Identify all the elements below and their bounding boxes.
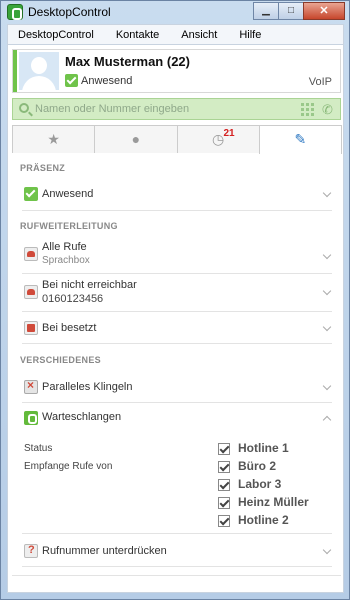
history-badge: 21 bbox=[223, 128, 235, 139]
search-icon bbox=[19, 103, 29, 113]
queue-name: Heinz Müller bbox=[238, 495, 309, 509]
close-icon: ✕ bbox=[319, 5, 329, 17]
settings-row-parallel-ring[interactable]: Paralleles Klingeln bbox=[22, 373, 332, 403]
menu-ansicht[interactable]: Ansicht bbox=[171, 29, 229, 41]
row-sublabel: Sprachbox bbox=[42, 255, 90, 266]
settings-row-queues[interactable]: Warteschlangen bbox=[22, 403, 332, 433]
queue-receive-label: Empfange Rufe von bbox=[24, 461, 113, 472]
queue-option-hotline-1[interactable]: Hotline 1 bbox=[218, 441, 328, 458]
avatar bbox=[19, 52, 59, 90]
window-title: DesktopControl bbox=[28, 5, 111, 19]
title-bar[interactable]: DesktopControl ▁ □ ✕ bbox=[1, 1, 349, 23]
queue-option-buero-2[interactable]: Büro 2 bbox=[218, 459, 328, 476]
settings-row-all-calls[interactable]: Alle Rufe Sprachbox bbox=[22, 238, 332, 274]
menu-desktopcontrol[interactable]: DesktopControl bbox=[8, 29, 106, 41]
chevron-down-icon bbox=[322, 324, 332, 334]
call-icon[interactable]: ✆ bbox=[320, 102, 335, 117]
row-label: Alle Rufe bbox=[42, 241, 87, 253]
avatar-body-shape bbox=[22, 76, 56, 90]
hide-number-icon bbox=[24, 544, 38, 558]
queue-option-heinz-mueller[interactable]: Heinz Müller bbox=[218, 495, 328, 512]
tab-favorites[interactable]: ★ bbox=[12, 125, 96, 153]
app-logo-icon bbox=[7, 4, 23, 20]
line-type: VoIP bbox=[308, 76, 332, 88]
app-window: DesktopControl ▁ □ ✕ DesktopControl Kont… bbox=[0, 0, 350, 600]
row-label: Warteschlangen bbox=[42, 411, 122, 423]
queue-checkbox[interactable] bbox=[218, 461, 230, 473]
tab-contacts[interactable]: ● bbox=[94, 125, 178, 153]
queue-checkbox[interactable] bbox=[218, 497, 230, 509]
queue-checkbox[interactable] bbox=[218, 479, 230, 491]
maximize-icon: □ bbox=[287, 5, 295, 16]
queue-name: Hotline 1 bbox=[238, 441, 289, 455]
tab-history[interactable]: ◷ 21 bbox=[176, 125, 260, 153]
parallel-ring-icon bbox=[24, 378, 38, 394]
profile-card[interactable]: Max Musterman (22) Anwesend VoIP bbox=[12, 49, 341, 93]
row-label: Paralleles Klingeln bbox=[42, 381, 133, 393]
search-input[interactable] bbox=[35, 101, 285, 117]
close-button[interactable]: ✕ bbox=[303, 2, 345, 20]
check-icon bbox=[24, 187, 38, 201]
wrench-icon: ✎ bbox=[294, 131, 307, 147]
chevron-down-icon bbox=[322, 383, 332, 393]
clock-icon: ◷ bbox=[212, 131, 225, 147]
tab-bar: ★ ● ◷ 21 ✎ bbox=[12, 125, 342, 154]
tab-settings[interactable]: ✎ bbox=[258, 125, 342, 154]
forward-phone-icon bbox=[24, 247, 38, 261]
row-label: Bei besetzt bbox=[42, 322, 97, 334]
section-title-misc: VERSCHIEDENES bbox=[20, 355, 101, 365]
queue-icon bbox=[24, 411, 38, 425]
row-sublabel: 0160123456 bbox=[42, 293, 104, 305]
row-label: Bei nicht erreichbar bbox=[42, 279, 137, 291]
section-title-presence: PRÄSENZ bbox=[20, 163, 66, 173]
settings-row-unreachable[interactable]: Bei nicht erreichbar 0160123456 bbox=[22, 274, 332, 312]
maximize-button[interactable]: □ bbox=[278, 2, 304, 20]
settings-row-hide-number[interactable]: Rufnummer unterdrücken bbox=[22, 533, 332, 567]
row-label: Anwesend bbox=[42, 188, 94, 200]
window-controls: ▁ □ ✕ bbox=[253, 2, 345, 20]
chevron-down-icon bbox=[322, 252, 332, 262]
menu-kontakte[interactable]: Kontakte bbox=[106, 29, 171, 41]
chevron-down-icon bbox=[322, 547, 332, 557]
queue-option-hotline-2[interactable]: Hotline 2 bbox=[218, 513, 328, 530]
queue-status-label: Status bbox=[24, 443, 53, 454]
queue-name: Hotline 2 bbox=[238, 513, 289, 527]
settings-row-presence[interactable]: Anwesend bbox=[22, 181, 332, 211]
profile-name: Max Musterman (22) bbox=[65, 54, 190, 69]
queue-checkbox[interactable] bbox=[218, 515, 230, 527]
presence-check-icon bbox=[65, 74, 78, 87]
row-label: Rufnummer unterdrücken bbox=[42, 545, 167, 557]
unreachable-phone-icon bbox=[24, 285, 38, 299]
star-icon: ★ bbox=[47, 131, 60, 147]
menu-hilfe[interactable]: Hilfe bbox=[229, 29, 273, 41]
busy-icon bbox=[24, 321, 38, 335]
queue-option-labor-3[interactable]: Labor 3 bbox=[218, 477, 328, 494]
chevron-down-icon bbox=[322, 190, 332, 200]
chevron-down-icon bbox=[322, 288, 332, 298]
search-bar: ✆ bbox=[12, 98, 341, 120]
queue-name: Büro 2 bbox=[238, 459, 277, 473]
queue-checkbox[interactable] bbox=[218, 443, 230, 455]
dialpad-icon[interactable] bbox=[301, 103, 314, 116]
minimize-icon: ▁ bbox=[262, 5, 270, 16]
settings-row-busy[interactable]: Bei besetzt bbox=[22, 312, 332, 344]
presence-indicator-bar bbox=[13, 50, 17, 92]
list-end-divider bbox=[12, 575, 341, 581]
avatar-head-shape bbox=[31, 57, 47, 74]
queue-name: Labor 3 bbox=[238, 477, 282, 491]
section-title-forwarding: RUFWEITERLEITUNG bbox=[20, 221, 118, 231]
person-icon: ● bbox=[131, 131, 141, 147]
main-panel: Max Musterman (22) Anwesend VoIP ✆ ★ ● ◷… bbox=[7, 44, 344, 593]
chevron-up-icon bbox=[322, 413, 332, 423]
minimize-button[interactable]: ▁ bbox=[253, 2, 279, 20]
menu-bar: DesktopControl Kontakte Ansicht Hilfe bbox=[7, 24, 344, 44]
presence-status[interactable]: Anwesend bbox=[81, 75, 132, 87]
